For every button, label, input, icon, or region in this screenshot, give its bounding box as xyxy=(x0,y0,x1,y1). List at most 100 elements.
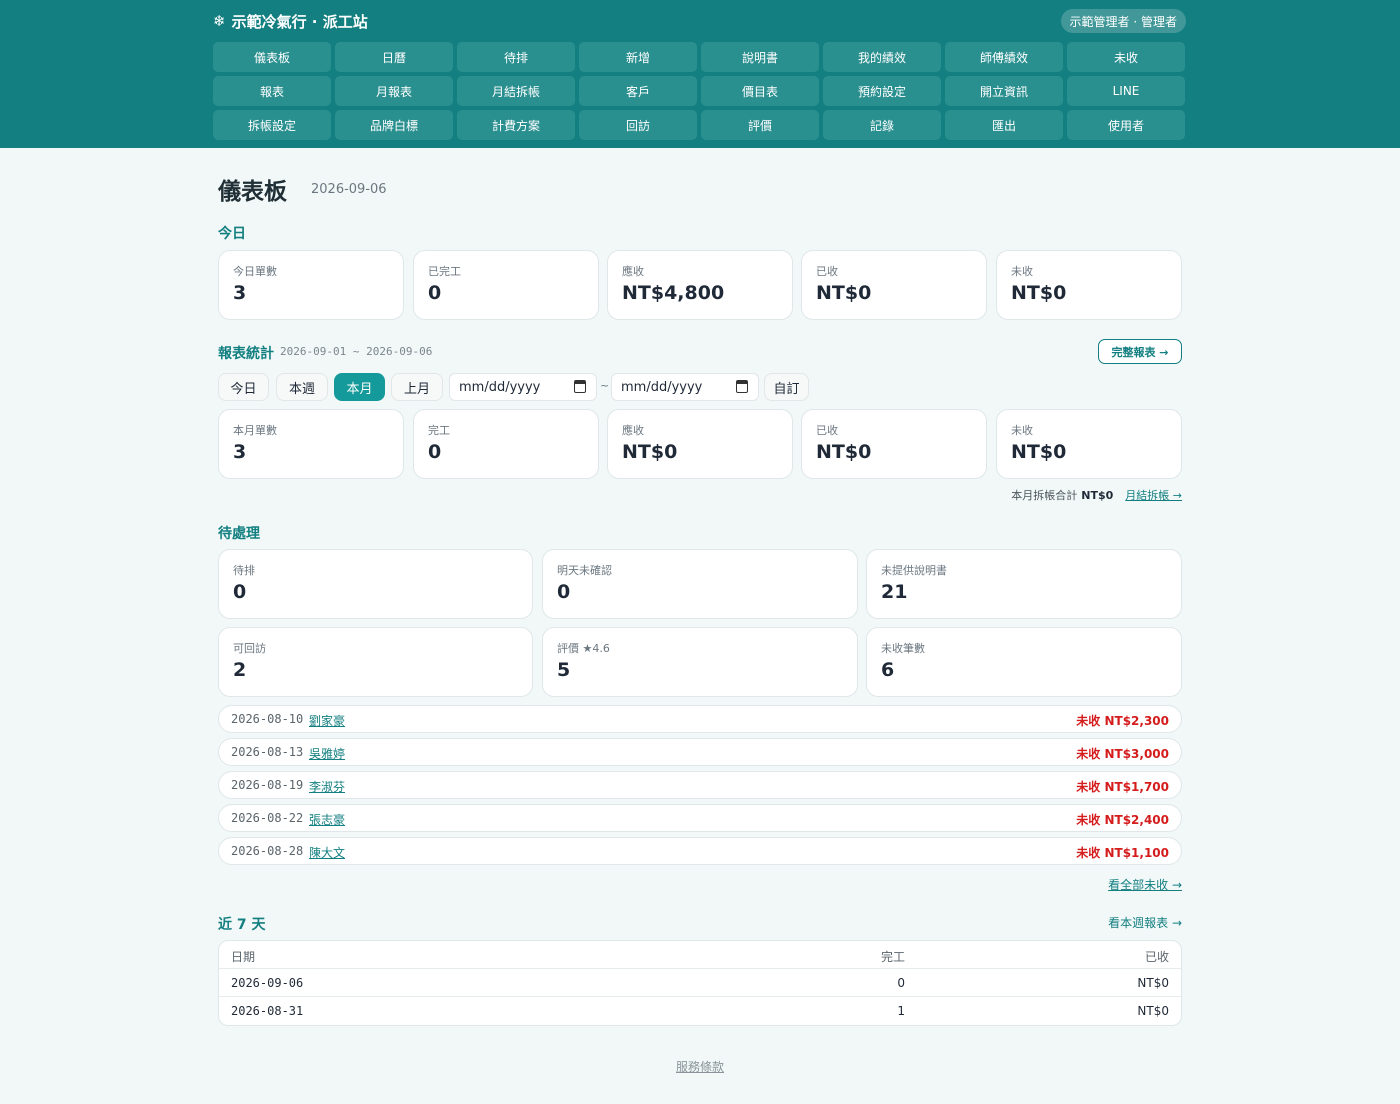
stat-value: NT$4,800 xyxy=(622,282,725,304)
stat-value: 0 xyxy=(428,282,442,304)
nav-item[interactable]: 匯出 xyxy=(945,110,1063,140)
nav-item[interactable]: 評價 xyxy=(701,110,819,140)
main-nav: 儀表板 日曆 待排 新增 說明書 我的績效 師傅績效 未收 報表 月報表 月結拆… xyxy=(213,42,1186,140)
table-row: 2026-08-31 1 NT$0 xyxy=(219,997,1181,1025)
stat-label: 未提供說明書 xyxy=(881,564,947,577)
stat-card-today-done: 已完工 0 xyxy=(413,250,599,320)
brand-name: 示範冷氣行 · 派工站 xyxy=(231,12,368,31)
row-done: 1 xyxy=(897,1004,905,1018)
nav-item[interactable]: 月報表 xyxy=(335,76,453,106)
view-all-unpaid-link[interactable]: 看全部未收 → xyxy=(1108,876,1182,893)
nav-item[interactable]: 說明書 xyxy=(701,42,819,72)
stat-label: 今日單數 xyxy=(233,265,277,278)
nav-item[interactable]: 價目表 xyxy=(701,76,819,106)
nav-item[interactable]: LINE xyxy=(1067,76,1185,106)
unpaid-amount: 未收 NT$1,700 xyxy=(1076,780,1169,794)
customer-link[interactable]: 劉家豪 xyxy=(309,712,345,729)
calendar-icon[interactable] xyxy=(736,380,748,393)
start-date-input[interactable]: mm/dd/yyyy xyxy=(449,373,597,401)
customer-link[interactable]: 陳大文 xyxy=(309,844,345,861)
unpaid-row: 2026-08-13 吳雅婷 未收 NT$3,000 xyxy=(218,738,1182,766)
brand[interactable]: ❄ 示範冷氣行 · 派工站 xyxy=(213,10,368,32)
stat-value: 0 xyxy=(233,581,247,603)
unpaid-row: 2026-08-19 李淑芬 未收 NT$1,700 xyxy=(218,771,1182,799)
stat-label: 評價 ★4.6 xyxy=(557,642,610,655)
recent-heading: 近 7 天 xyxy=(218,917,266,933)
nav-item[interactable]: 未收 xyxy=(1067,42,1185,72)
nav-item[interactable]: 儀表板 xyxy=(213,42,331,72)
table-header-row: 日期 完工 已收 xyxy=(219,941,1181,969)
stat-label: 可回訪 xyxy=(233,642,266,655)
stat-card-month-received: 已收 NT$0 xyxy=(801,409,987,479)
range-chip-today[interactable]: 今日 xyxy=(218,373,269,401)
end-date-input[interactable]: mm/dd/yyyy xyxy=(611,373,759,401)
nav-item[interactable]: 我的績效 xyxy=(823,42,941,72)
stat-value: 6 xyxy=(881,659,895,681)
page-date: 2026-09-06 xyxy=(311,182,387,197)
custom-range-button[interactable]: 自訂 xyxy=(764,373,809,401)
unpaid-date: 2026-08-13 xyxy=(231,745,304,759)
nav-item[interactable]: 月結拆帳 xyxy=(457,76,575,106)
nav-item[interactable]: 品牌白標 xyxy=(335,110,453,140)
stat-value: NT$0 xyxy=(1011,441,1067,463)
stat-value: 3 xyxy=(233,441,247,463)
stat-value: 5 xyxy=(557,659,571,681)
nav-item[interactable]: 新增 xyxy=(579,42,697,72)
unpaid-row: 2026-08-28 陳大文 未收 NT$1,100 xyxy=(218,837,1182,865)
pending-card-tomorrow-unconfirmed[interactable]: 明天未確認 0 xyxy=(542,549,858,619)
stat-card-today-unpaid: 未收 NT$0 xyxy=(996,250,1182,320)
monthly-split-link[interactable]: 月結拆帳 → xyxy=(1125,487,1182,503)
stat-card-month-unpaid: 未收 NT$0 xyxy=(996,409,1182,479)
nav-item[interactable]: 待排 xyxy=(457,42,575,72)
calendar-icon[interactable] xyxy=(574,380,586,393)
stat-label: 已收 xyxy=(816,424,838,437)
customer-link[interactable]: 吳雅婷 xyxy=(309,745,345,762)
range-chip-week[interactable]: 本週 xyxy=(276,373,328,401)
unpaid-amount: 未收 NT$2,400 xyxy=(1076,813,1169,827)
monthly-split-total: NT$0 xyxy=(1081,488,1114,502)
stat-label: 未收筆數 xyxy=(881,642,925,655)
customer-link[interactable]: 張志豪 xyxy=(309,811,345,828)
pending-card-followup[interactable]: 可回訪 2 xyxy=(218,627,533,697)
pending-card-no-manual[interactable]: 未提供說明書 21 xyxy=(866,549,1182,619)
unpaid-amount: 未收 NT$2,300 xyxy=(1076,714,1169,728)
stat-label: 明天未確認 xyxy=(557,564,612,577)
nav-item[interactable]: 記錄 xyxy=(823,110,941,140)
nav-item[interactable]: 使用者 xyxy=(1067,110,1185,140)
stat-card-today-received: 已收 NT$0 xyxy=(801,250,987,320)
row-date: 2026-09-06 xyxy=(231,976,304,990)
nav-item[interactable]: 拆帳設定 xyxy=(213,110,331,140)
nav-item[interactable]: 開立資訊 xyxy=(945,76,1063,106)
range-chip-last-month[interactable]: 上月 xyxy=(391,373,443,401)
pending-card-unscheduled[interactable]: 待排 0 xyxy=(218,549,533,619)
column-header-paid: 已收 xyxy=(1144,950,1169,964)
pending-card-unpaid-count[interactable]: 未收筆數 6 xyxy=(866,627,1182,697)
nav-item[interactable]: 預約設定 xyxy=(823,76,941,106)
range-chip-month[interactable]: 本月 xyxy=(334,373,385,401)
stat-label: 應收 xyxy=(622,424,644,437)
pending-card-reviews[interactable]: 評價 ★4.6 5 xyxy=(542,627,858,697)
report-heading: 報表統計 xyxy=(218,346,274,362)
nav-item[interactable]: 客戶 xyxy=(579,76,697,106)
nav-item[interactable]: 回訪 xyxy=(579,110,697,140)
unpaid-date: 2026-08-22 xyxy=(231,811,304,825)
row-date: 2026-08-31 xyxy=(231,1004,304,1018)
column-header-date: 日期 xyxy=(231,950,256,964)
full-report-button[interactable]: 完整報表 → xyxy=(1098,339,1182,364)
row-done: 0 xyxy=(897,976,905,990)
nav-item[interactable]: 師傅績效 xyxy=(945,42,1063,72)
terms-link[interactable]: 服務條款 xyxy=(0,1058,1400,1075)
stat-value: 0 xyxy=(428,441,442,463)
row-paid: NT$0 xyxy=(1137,976,1169,990)
weekly-report-link[interactable]: 看本週報表 → xyxy=(1108,914,1182,931)
stat-value: 3 xyxy=(233,282,247,304)
customer-link[interactable]: 李淑芬 xyxy=(309,778,345,795)
monthly-split-summary: 本月拆帳合計 NT$0 月結拆帳 → xyxy=(1011,487,1182,503)
snowflake-icon: ❄ xyxy=(213,12,226,30)
nav-item[interactable]: 報表 xyxy=(213,76,331,106)
unpaid-date: 2026-08-28 xyxy=(231,844,304,858)
report-range: 2026-09-01 ~ 2026-09-06 xyxy=(280,345,433,358)
nav-item[interactable]: 計費方案 xyxy=(457,110,575,140)
nav-item[interactable]: 日曆 xyxy=(335,42,453,72)
user-menu[interactable]: 示範管理者 · 管理者 xyxy=(1060,9,1186,33)
